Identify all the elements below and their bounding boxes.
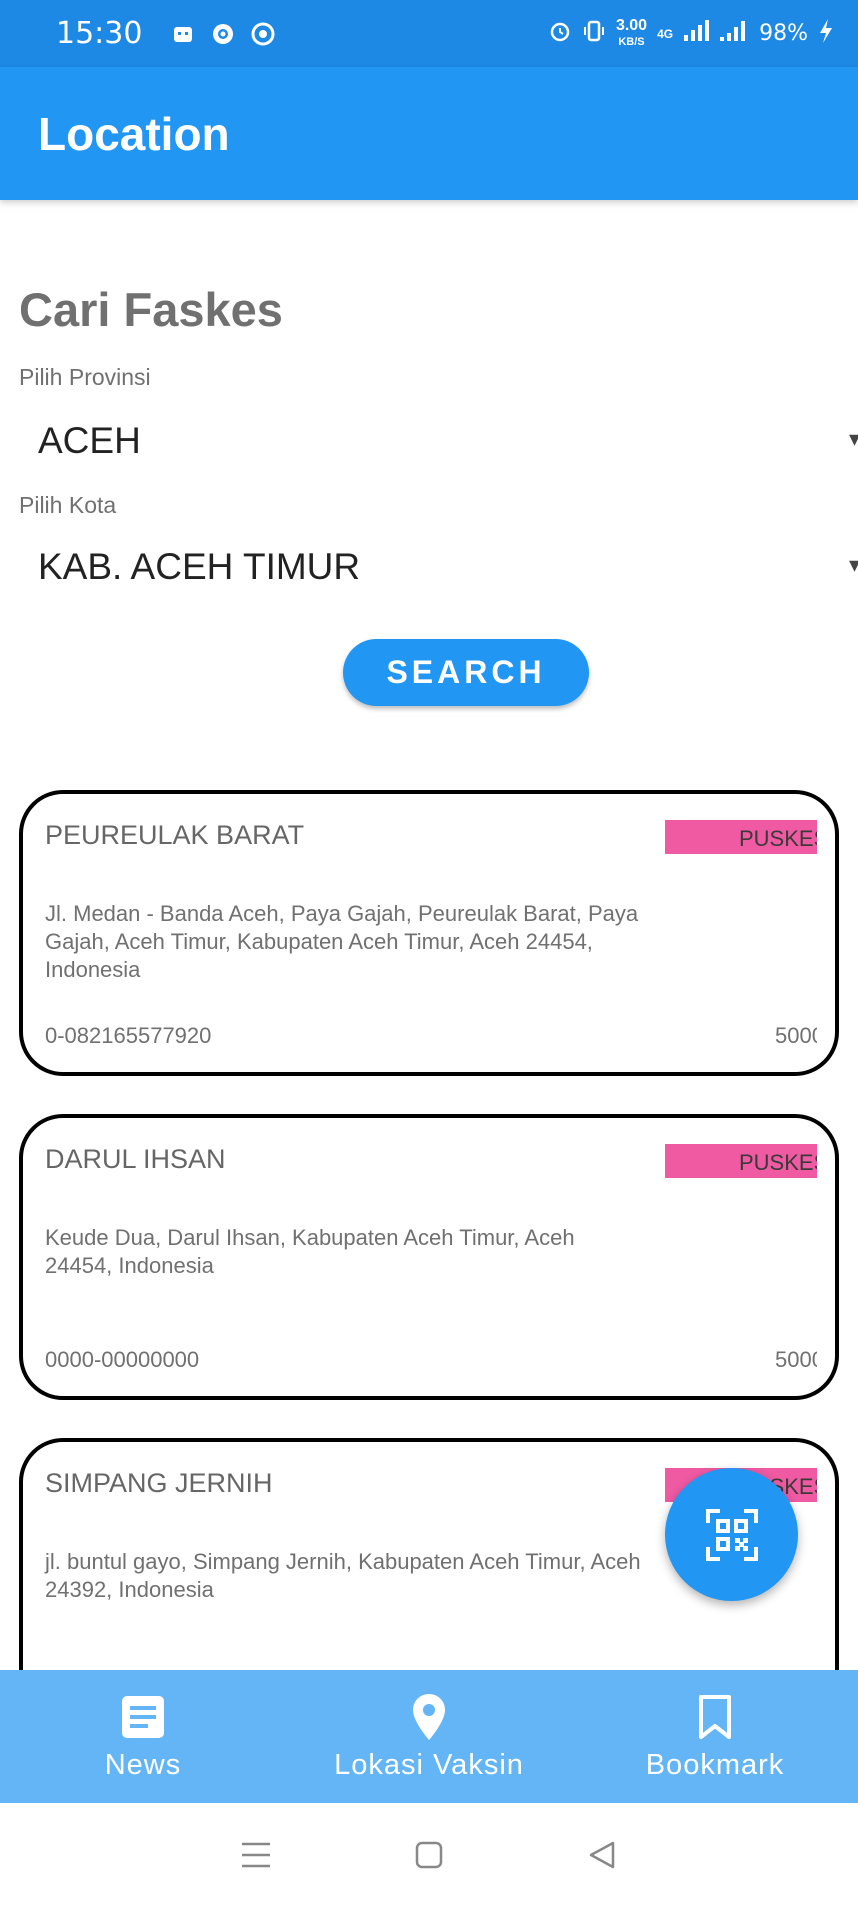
back-button[interactable]	[582, 1835, 622, 1875]
section-title: Cari Faskes	[19, 283, 283, 336]
main-content: Cari Faskes Pilih Provinsi ACEH ▾ Pilih …	[0, 200, 858, 1670]
chevron-down-icon[interactable]: ▾	[849, 426, 858, 452]
faskes-card[interactable]: PEUREULAK BARAT PUSKESMAS Jl. Medan - Ba…	[19, 790, 839, 1076]
signal-icon	[683, 19, 710, 49]
menu-icon	[242, 1842, 271, 1868]
faskes-type-badge: PUSKESMAS	[665, 820, 817, 854]
faskes-type-badge: PUSKESMAS	[665, 1144, 817, 1178]
faskes-phone: 0-082165577920	[45, 1023, 212, 1048]
bottom-nav: News Lokasi Vaksin Bookmark	[0, 1670, 858, 1803]
search-button[interactable]: SEARCH	[343, 639, 589, 706]
status-bar: 15:30 3.00 KB/S 4G 98%	[0, 0, 858, 67]
faskes-name: PEUREULAK BARAT	[45, 820, 305, 850]
qr-code-icon	[705, 1508, 758, 1561]
recent-apps-button[interactable]	[236, 1835, 276, 1875]
qr-scan-button[interactable]	[665, 1468, 798, 1601]
screen: 15:30 3.00 KB/S 4G 98% Location Cari Fas…	[0, 0, 858, 1907]
page-title: Location	[38, 108, 230, 160]
network-type: 4G	[657, 26, 674, 41]
faskes-name: DARUL IHSAN	[45, 1144, 226, 1174]
faskes-phone: 0000-00000000	[45, 1347, 200, 1372]
square-icon	[415, 1841, 443, 1869]
net-speed: 3.00 KB/S	[615, 16, 648, 50]
nav-label-bookmark: Bookmark	[645, 1749, 785, 1781]
nav-item-bookmark[interactable]: Bookmark	[572, 1670, 858, 1803]
alarm-icon	[548, 19, 572, 49]
nav-item-news[interactable]: News	[0, 1670, 286, 1803]
faskes-name: SIMPANG JERNIH	[45, 1468, 273, 1498]
province-value[interactable]: ACEH	[38, 420, 141, 462]
back-triangle-icon	[589, 1841, 614, 1869]
city-label: Pilih Kota	[19, 492, 117, 518]
province-label: Pilih Provinsi	[19, 364, 151, 390]
battery-percent: 98%	[759, 21, 808, 46]
nav-label-news: News	[104, 1749, 182, 1781]
notification-icons	[170, 21, 276, 47]
news-icon	[120, 1691, 166, 1743]
net-speed-value: 3.00	[615, 16, 648, 34]
faskes-address: jl. buntul gayo, Simpang Jernih, Kabupat…	[45, 1549, 641, 1602]
net-speed-unit: KB/S	[618, 35, 645, 48]
chrome-icon	[250, 21, 276, 47]
vibrate-icon	[582, 19, 606, 49]
status-right: 3.00 KB/S 4G 98%	[548, 16, 834, 50]
home-button[interactable]	[409, 1835, 449, 1875]
nav-label-lokasi-vaksin: Lokasi Vaksin	[334, 1749, 524, 1781]
app-notification-icon	[170, 21, 196, 47]
faskes-address: Keude Dua, Darul Ihsan, Kabupaten Aceh T…	[45, 1225, 575, 1278]
status-time: 15:30	[56, 16, 143, 51]
nav-item-lokasi-vaksin[interactable]: Lokasi Vaksin	[286, 1670, 572, 1803]
city-value[interactable]: KAB. ACEH TIMUR	[38, 546, 360, 588]
location-pin-icon	[411, 1691, 447, 1743]
faskes-capacity: 5000	[775, 1023, 817, 1048]
charging-icon	[818, 18, 834, 50]
faskes-capacity: 5000	[775, 1347, 817, 1372]
app-bar: Location	[0, 67, 858, 200]
bookmark-icon	[697, 1691, 733, 1743]
faskes-address: Jl. Medan - Banda Aceh, Paya Gajah, Peur…	[45, 901, 639, 982]
system-nav-bar	[0, 1803, 858, 1907]
signal-icon-2	[719, 19, 749, 49]
faskes-card[interactable]: DARUL IHSAN PUSKESMAS Keude Dua, Darul I…	[19, 1114, 839, 1400]
record-icon	[210, 21, 236, 47]
chevron-down-icon[interactable]: ▾	[849, 552, 858, 578]
